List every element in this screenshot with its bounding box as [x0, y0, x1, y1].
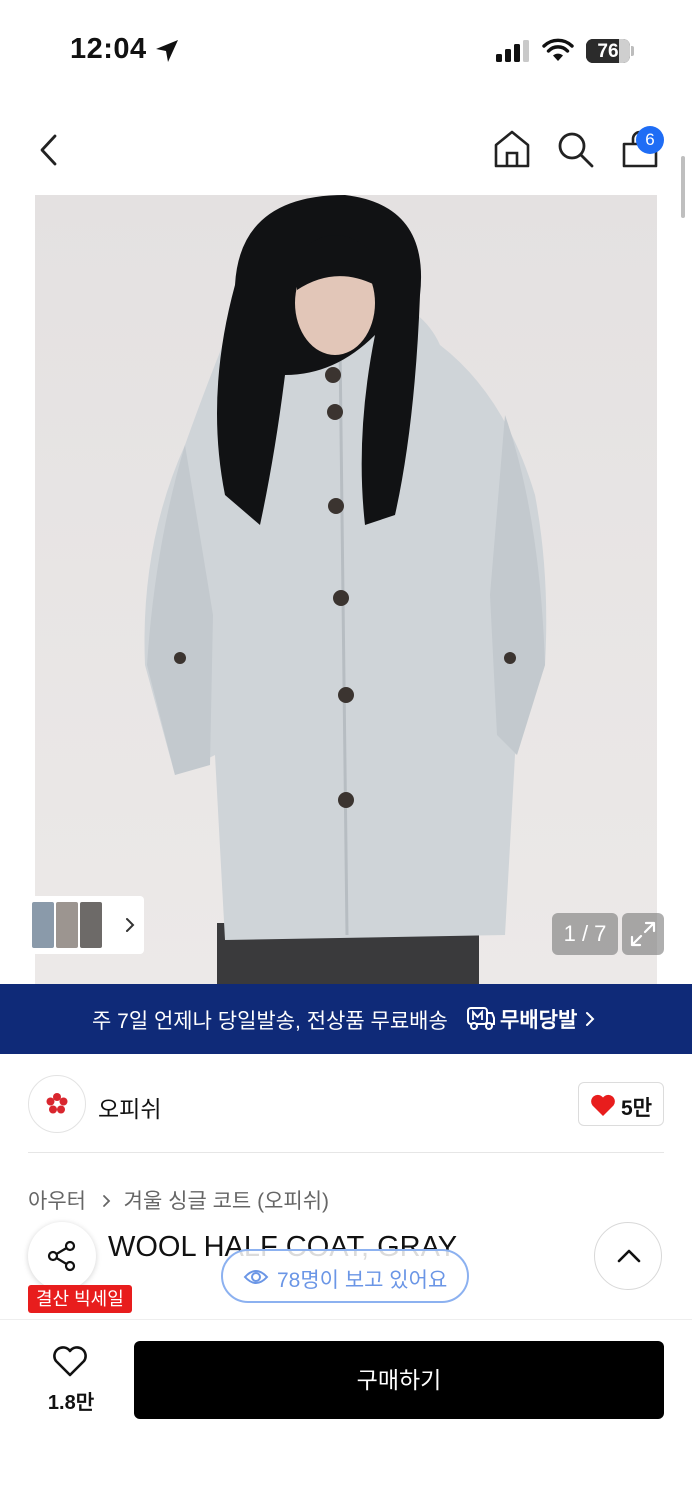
expand-icon — [630, 921, 656, 947]
page-scrollbar[interactable] — [681, 156, 685, 218]
section-divider — [28, 1152, 664, 1153]
brand-flower-icon — [46, 1093, 68, 1114]
thumbnail-2[interactable] — [56, 902, 78, 948]
product-image[interactable] — [35, 195, 657, 984]
chevron-right-icon — [102, 1195, 111, 1207]
breadcrumb: 아우터 겨울 싱글 코트 (오피쉬) — [28, 1185, 329, 1215]
battery-level: 76 — [597, 41, 619, 62]
cellular-signal-icon — [496, 40, 529, 62]
bottom-bar-divider — [0, 1319, 692, 1320]
battery-cap — [631, 46, 634, 56]
live-viewers-pill: 78명이 보고 있어요 — [221, 1249, 469, 1303]
chevron-right-icon — [126, 918, 135, 932]
location-arrow-icon — [156, 40, 178, 62]
home-icon[interactable] — [492, 128, 532, 170]
battery-indicator: 76 — [586, 39, 630, 63]
brand-like-count: 5만 — [621, 1097, 652, 1120]
live-viewers-text: 78명이 보고 있어요 — [277, 1269, 448, 1292]
status-time: 12:04 — [70, 33, 147, 65]
share-button[interactable] — [28, 1222, 96, 1290]
breadcrumb-category[interactable]: 아우터 — [28, 1190, 86, 1213]
breadcrumb-subcategory[interactable]: 겨울 싱글 코트 (오피쉬) — [124, 1190, 329, 1213]
share-icon — [47, 1240, 76, 1272]
banner-brand: 무배당발 — [500, 1009, 578, 1032]
buy-button[interactable]: 구매하기 — [134, 1341, 664, 1419]
free-shipping-banner[interactable]: 주 7일 언제나 당일발송, 전상품 무료배송 무배당발 — [0, 984, 692, 1054]
delivery-truck-icon — [467, 1007, 495, 1030]
heart-filled-icon — [591, 1094, 615, 1116]
image-counter: 1 / 7 — [552, 913, 618, 955]
brand-logo[interactable] — [28, 1075, 86, 1133]
scroll-top-button[interactable] — [594, 1222, 662, 1290]
wifi-icon — [542, 38, 574, 61]
thumbnail-3[interactable] — [80, 902, 102, 948]
banner-text: 주 7일 언제나 당일발송, 전상품 무료배송 — [92, 1010, 448, 1033]
search-icon[interactable] — [556, 130, 596, 170]
product-photo-illustration — [35, 195, 657, 984]
thumbnail-1[interactable] — [32, 902, 54, 948]
heart-outline-icon[interactable] — [52, 1346, 88, 1378]
thumbnail-strip[interactable] — [28, 896, 144, 954]
sale-badge: 결산 빅세일 — [28, 1285, 132, 1313]
back-chevron-icon[interactable] — [30, 128, 70, 172]
eye-icon — [243, 1270, 269, 1284]
brand-name[interactable]: 오피쉬 — [98, 1090, 161, 1124]
wishlist-count: 1.8만 — [47, 1392, 95, 1414]
expand-image-button[interactable] — [622, 913, 664, 955]
chevron-right-icon — [586, 1012, 595, 1026]
cart-count-badge: 6 — [636, 126, 664, 154]
brand-like-button[interactable]: 5만 — [578, 1082, 664, 1126]
chevron-up-icon — [617, 1249, 641, 1263]
